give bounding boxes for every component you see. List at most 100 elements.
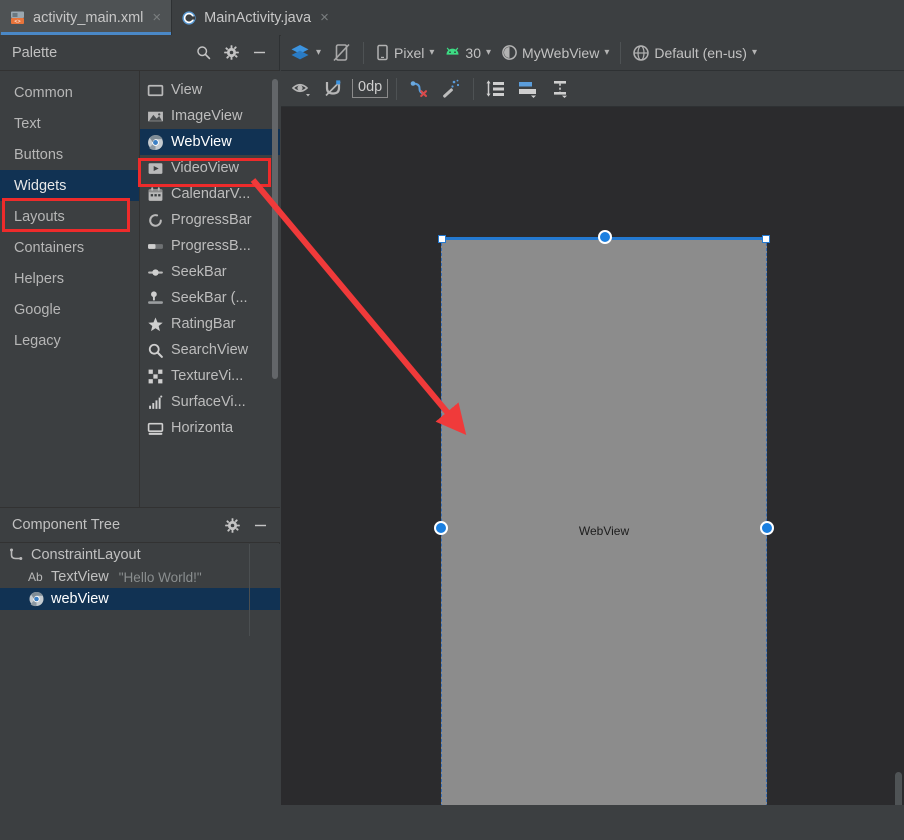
show-constraints-button[interactable] <box>281 74 318 104</box>
widget-item-surfaceview[interactable]: SurfaceVi... <box>140 389 280 415</box>
constraint-toolbar: 0dp <box>281 71 904 107</box>
clear-constraints-button[interactable] <box>403 74 435 104</box>
design-toolbar: ▾ Pixel ▾ 30 ▾ MyWebView ▾ Default (en-u… <box>281 35 904 71</box>
orientation-button[interactable] <box>326 38 357 68</box>
tree-row-textview[interactable]: Ab TextView "Hello World!" <box>0 566 280 588</box>
category-layouts[interactable]: Layouts <box>0 201 139 232</box>
category-google[interactable]: Google <box>0 294 139 325</box>
widget-label: SeekBar (... <box>171 290 248 306</box>
chevron-down-icon: ▾ <box>316 46 322 58</box>
category-common[interactable]: Common <box>0 77 139 108</box>
category-helpers[interactable]: Helpers <box>0 263 139 294</box>
textview-icon: Ab <box>28 570 43 584</box>
globe-icon <box>633 44 650 61</box>
rotate-device-icon <box>333 43 350 62</box>
close-icon[interactable]: × <box>152 10 161 25</box>
widget-item-calendarview[interactable]: CalendarV... <box>140 181 280 207</box>
close-icon[interactable]: × <box>320 10 329 25</box>
widget-item-view[interactable]: View <box>140 77 280 103</box>
category-containers[interactable]: Containers <box>0 232 139 263</box>
gear-icon[interactable] <box>222 515 242 535</box>
theme-selector[interactable]: MyWebView ▾ <box>496 38 614 68</box>
align-icon <box>519 81 537 98</box>
widget-item-progressbar[interactable]: ProgressBar <box>140 207 280 233</box>
widget-item-horizontalscrollview[interactable]: Horizonta <box>140 415 280 441</box>
design-canvas[interactable]: WebView <box>281 107 904 805</box>
widget-label: TextureVi... <box>171 368 244 384</box>
layers-icon <box>291 44 309 59</box>
widget-item-seekbar[interactable]: SeekBar <box>140 259 280 285</box>
widget-item-seekbar-discrete[interactable]: SeekBar (... <box>140 285 280 311</box>
category-legacy[interactable]: Legacy <box>0 325 139 356</box>
tree-row-webview[interactable]: webView <box>0 588 280 610</box>
minimize-icon[interactable] <box>249 43 269 63</box>
design-surface: ▾ Pixel ▾ 30 ▾ MyWebView ▾ Default (en-u… <box>281 35 904 805</box>
resize-handle-top-left[interactable] <box>438 235 446 243</box>
widget-item-webview[interactable]: WebView <box>140 129 280 155</box>
tab-mainactivity-java[interactable]: MainActivity.java × <box>172 0 339 35</box>
canvas-scrollbar-upper[interactable] <box>895 772 902 805</box>
guidelines-icon <box>554 80 568 98</box>
palette-scrollbar[interactable] <box>272 79 278 379</box>
category-label: Containers <box>14 239 85 256</box>
webview-component[interactable]: WebView <box>434 230 774 805</box>
component-tree-title: Component Tree <box>12 517 121 533</box>
widget-item-videoview[interactable]: VideoView <box>140 155 280 181</box>
component-label: WebView <box>578 524 630 538</box>
tree-row-value: "Hello World!" <box>118 569 202 585</box>
tree-row-constraintlayout[interactable]: ConstraintLayout <box>0 544 280 566</box>
constraint-anchor-top[interactable] <box>598 230 612 244</box>
calendar-icon <box>148 186 163 201</box>
device-selector[interactable]: Pixel ▾ <box>370 38 439 68</box>
category-text[interactable]: Text <box>0 108 139 139</box>
device-label: Pixel <box>394 44 425 61</box>
magnet-off-icon <box>325 79 341 96</box>
resize-handle-top-right[interactable] <box>762 235 770 243</box>
widget-item-imageview[interactable]: ImageView <box>140 103 280 129</box>
widget-item-ratingbar[interactable]: RatingBar <box>140 311 280 337</box>
horizontal-scroll-icon <box>147 422 164 435</box>
category-buttons[interactable]: Buttons <box>0 139 139 170</box>
infer-constraints-button[interactable] <box>435 74 467 104</box>
pack-button[interactable] <box>480 74 512 104</box>
category-label: Legacy <box>14 332 61 349</box>
category-label: Widgets <box>14 177 67 194</box>
tree-row-label: webView <box>51 591 109 607</box>
palette-title: Palette <box>12 44 58 61</box>
constraint-anchor-right[interactable] <box>760 521 774 535</box>
toolbar-separator <box>473 77 475 100</box>
theme-icon <box>502 45 517 60</box>
android-studio-layout-editor: <> activity_main.xml × MainActivity.java… <box>0 0 904 840</box>
autoconnect-button[interactable] <box>318 74 350 104</box>
guidelines-button[interactable] <box>544 74 576 104</box>
category-widgets[interactable]: Widgets <box>0 170 139 201</box>
locale-selector[interactable]: Default (en-us) ▾ <box>627 38 762 68</box>
gear-icon[interactable] <box>221 43 241 63</box>
tab-activity-main-xml[interactable]: <> activity_main.xml × <box>0 0 173 35</box>
palette-widget-list: View ImageView WebView VideoView Calenda… <box>140 71 280 507</box>
search-icon <box>148 343 163 358</box>
progress-bar-icon <box>148 243 163 249</box>
eye-icon <box>291 83 310 96</box>
search-icon[interactable] <box>193 43 213 63</box>
spinner-icon <box>149 213 162 227</box>
constraint-anchor-left[interactable] <box>434 521 448 535</box>
tree-row-label: TextView <box>51 569 109 585</box>
widget-label: VideoView <box>171 160 239 176</box>
api-level-selector[interactable]: 30 ▾ <box>439 38 496 68</box>
view-mode-button[interactable]: ▾ <box>281 38 326 68</box>
texture-icon <box>148 369 163 383</box>
star-icon <box>148 316 163 331</box>
clear-constraints-icon <box>410 80 428 97</box>
default-margin-field[interactable]: 0dp <box>352 79 389 98</box>
widget-item-textureview[interactable]: TextureVi... <box>140 363 280 389</box>
align-button[interactable] <box>512 74 544 104</box>
widget-item-progressbar-horizontal[interactable]: ProgressB... <box>140 233 280 259</box>
left-tool-column: Palette Common Text Buttons Widgets Layo… <box>0 35 280 840</box>
widget-item-searchview[interactable]: SearchView <box>140 337 280 363</box>
minimize-icon[interactable] <box>250 515 270 535</box>
widget-label: ProgressBar <box>171 212 252 228</box>
widget-label: RatingBar <box>171 316 236 332</box>
chevron-down-icon: ▾ <box>604 46 610 58</box>
chrome-icon <box>29 591 44 607</box>
